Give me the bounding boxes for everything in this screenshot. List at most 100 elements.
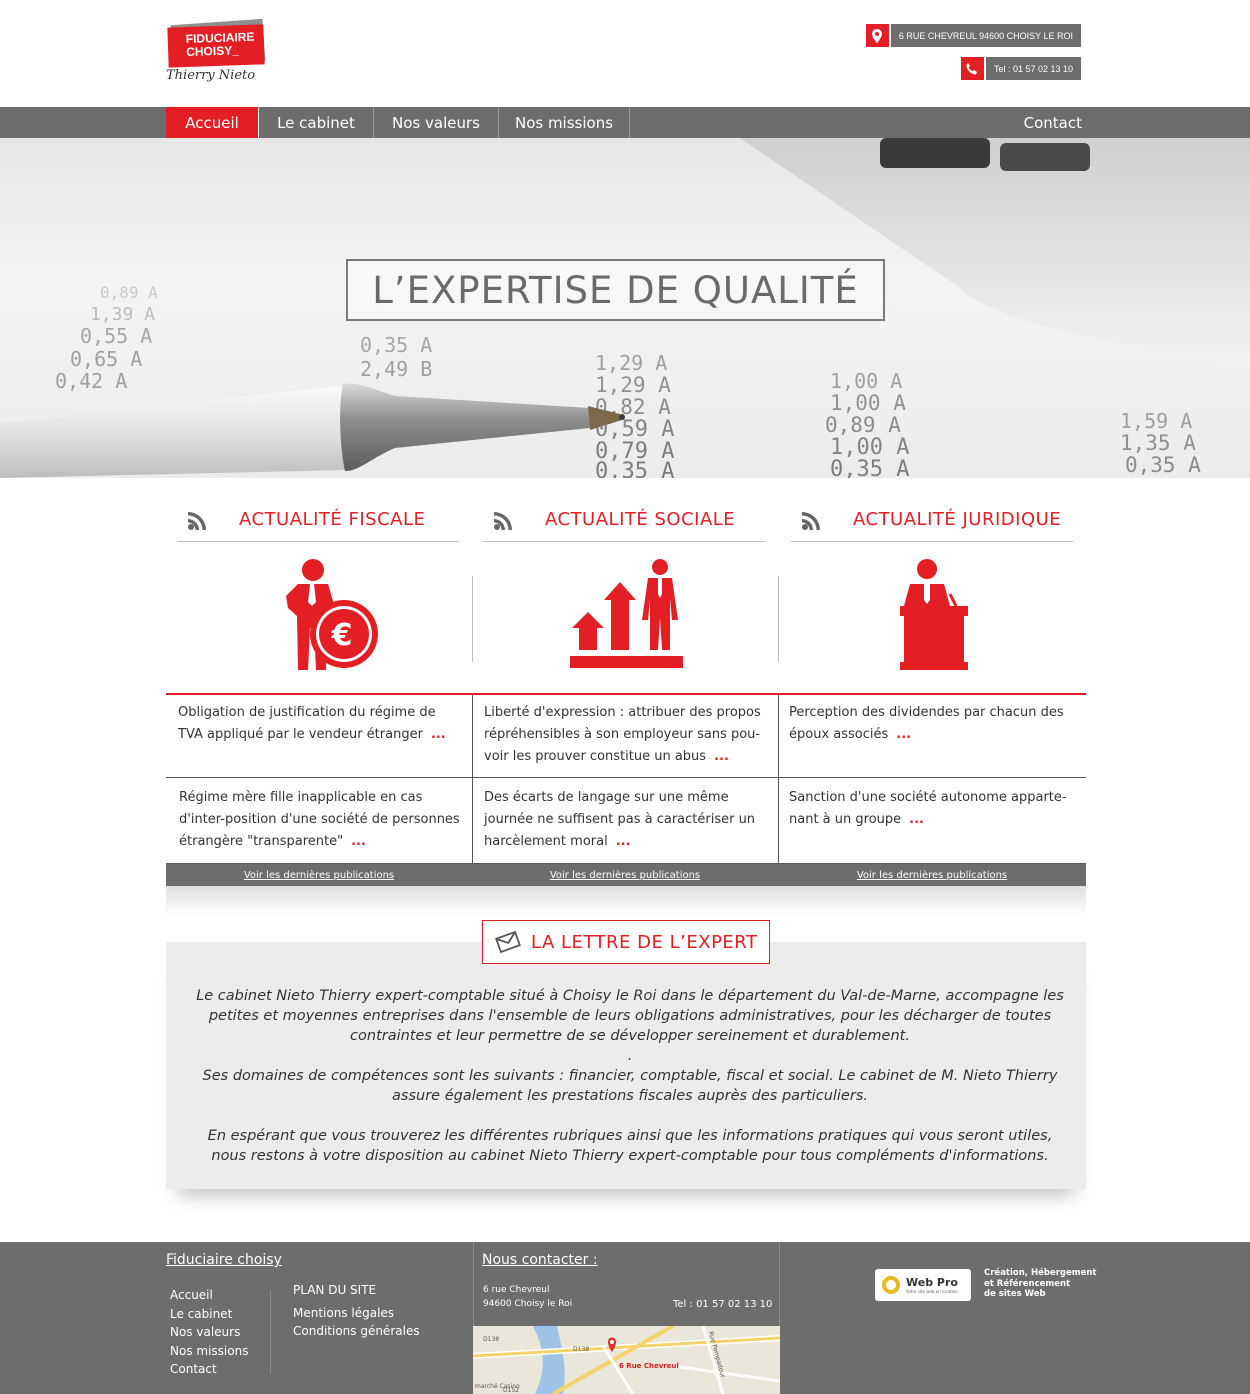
hero-num-f-2: 0,35 A bbox=[1125, 453, 1201, 477]
footer-site-title[interactable]: Fiduciaire choisy bbox=[166, 1252, 282, 1268]
read-more-link[interactable]: ... bbox=[351, 834, 366, 849]
latest-publications-link-fiscale[interactable]: Voir les dernières publications bbox=[166, 864, 472, 886]
footer-link-accueil[interactable]: Accueil bbox=[170, 1286, 248, 1305]
hero-num-r-0: 1,00 A bbox=[830, 369, 902, 393]
news-item-text: Perception des dividendes par chacun des… bbox=[789, 705, 1064, 742]
read-more-link[interactable]: ... bbox=[616, 834, 631, 849]
footer-address-line-2: 94600 Choisy le Roi bbox=[483, 1299, 573, 1309]
site-header: FIDUCIAIRE CHOISY_ Thierry Nieto 6 RUE C… bbox=[0, 0, 1250, 107]
expert-letter-heading: LA LETTRE DE L’EXPERT bbox=[531, 931, 758, 953]
webipro-desc-line: de sites Web bbox=[984, 1289, 1046, 1299]
webipro-description: Création, Hébergement et Référencement d… bbox=[984, 1268, 1097, 1300]
news-item[interactable]: Régime mère fille inapplicable en cas d'… bbox=[179, 787, 464, 853]
latest-publications-link-juridique[interactable]: Voir les dernières publications bbox=[778, 864, 1086, 886]
envelope-icon bbox=[495, 930, 521, 954]
location-map[interactable]: D138 D152 D138 marché Casino Rue Pompado… bbox=[473, 1326, 780, 1394]
logo-badge: FIDUCIAIRE CHOISY_ bbox=[167, 24, 265, 68]
phone-pill[interactable]: Tel : 01 57 02 13 10 bbox=[960, 57, 1081, 80]
footer-address-line-1: 6 rue Chevreul bbox=[483, 1285, 550, 1295]
map-marker-label: 6 Rue Chevreul bbox=[619, 1362, 679, 1370]
webipro-desc-line: Création, Hébergement bbox=[984, 1268, 1097, 1278]
footer-link-sitemap[interactable]: PLAN DU SITE bbox=[293, 1281, 420, 1300]
webipro-badge[interactable]: Web Pro Votre site web en location bbox=[875, 1269, 971, 1301]
hero-num-l-3: 1,39 A bbox=[90, 304, 155, 325]
news-item[interactable]: Perception des dividendes par chacun des… bbox=[789, 702, 1074, 746]
footer-link-nos-valeurs[interactable]: Nos valeurs bbox=[170, 1323, 248, 1342]
letter-paragraph: Ses domaines de compétences sont les sui… bbox=[202, 1068, 1058, 1104]
phone-text: Tel : 01 57 02 13 10 bbox=[985, 57, 1081, 80]
news-item[interactable]: Liberté d'expression : attribuer des pro… bbox=[484, 702, 769, 768]
nav-item-accueil[interactable]: Accueil bbox=[166, 107, 259, 138]
footer-divider bbox=[779, 1242, 780, 1326]
speaker-podium-icon bbox=[900, 559, 968, 670]
nav-item-contact[interactable]: Contact bbox=[1024, 107, 1082, 138]
phone-icon bbox=[960, 57, 984, 80]
footer-contact-title: Nous contacter : bbox=[482, 1252, 598, 1268]
news-title-sociale: ACTUALITÉ SOCIALE bbox=[545, 509, 736, 530]
businessman-euro-icon: € bbox=[286, 559, 378, 670]
address-pill: 6 RUE CHEVREUL 94600 CHOISY LE ROI bbox=[865, 24, 1081, 47]
footer-link-mentions[interactable]: Mentions légales bbox=[293, 1304, 420, 1323]
footer-link-contact[interactable]: Contact bbox=[170, 1360, 248, 1379]
hero-num-r-4: 0,35 A bbox=[830, 457, 909, 478]
news-header-sociale[interactable]: ACTUALITÉ SOCIALE bbox=[483, 498, 765, 542]
news-item-text: Sanction d'une société autonome apparte-… bbox=[789, 790, 1067, 827]
hero-num-m-0: 2,49 B bbox=[360, 357, 432, 381]
footer-link-conditions[interactable]: Conditions générales bbox=[293, 1322, 420, 1341]
read-more-link[interactable]: ... bbox=[714, 749, 729, 764]
latest-publications-link-sociale[interactable]: Voir les dernières publications bbox=[472, 864, 778, 886]
rss-icon bbox=[188, 511, 206, 530]
footer-link-nos-missions[interactable]: Nos missions bbox=[170, 1342, 248, 1361]
webipro-tagline: Votre site web en location bbox=[906, 1289, 958, 1294]
nav-item-le-cabinet[interactable]: Le cabinet bbox=[259, 107, 374, 138]
nav-item-nos-missions[interactable]: Nos missions bbox=[499, 107, 630, 138]
news-title-juridique: ACTUALITÉ JURIDIQUE bbox=[853, 509, 1062, 530]
site-logo[interactable]: FIDUCIAIRE CHOISY_ Thierry Nieto bbox=[166, 18, 276, 90]
map-road-label: D138 bbox=[483, 1336, 499, 1343]
read-more-link[interactable]: ... bbox=[909, 812, 924, 827]
rss-icon bbox=[802, 511, 820, 530]
news-item[interactable]: Des écarts de langage sur une même journ… bbox=[484, 787, 769, 853]
section-shadow bbox=[166, 886, 1086, 916]
expert-letter-title: LA LETTRE DE L’EXPERT bbox=[482, 920, 770, 964]
address-text: 6 RUE CHEVREUL 94600 CHOISY LE ROI bbox=[890, 24, 1081, 47]
hero-num-m-1: 0,35 A bbox=[360, 333, 432, 357]
news-header-juridique[interactable]: ACTUALITÉ JURIDIQUE bbox=[791, 498, 1073, 542]
rss-icon bbox=[494, 511, 512, 530]
map-shop-label: marché Casino bbox=[475, 1383, 520, 1390]
column-separator bbox=[472, 576, 473, 662]
hero-num-m-2: 1,29 A bbox=[595, 351, 667, 375]
publications-bar: Voir les dernières publications Voir les… bbox=[166, 864, 1086, 886]
hero-num-m-7: 0,35 A bbox=[595, 459, 674, 478]
nav-inner: Accueil Le cabinet Nos valeurs Nos missi… bbox=[166, 107, 1082, 138]
news-header-fiscale[interactable]: ACTUALITÉ FISCALE bbox=[177, 498, 459, 542]
hero-num-r-2: 0,89 A bbox=[825, 413, 901, 437]
nav-item-nos-valeurs[interactable]: Nos valeurs bbox=[374, 107, 499, 138]
footer-link-le-cabinet[interactable]: Le cabinet bbox=[170, 1305, 248, 1324]
footer-address: 6 rue Chevreul 94600 Choisy le Roi bbox=[483, 1283, 572, 1311]
footer-phone[interactable]: Tel : 01 57 02 13 10 bbox=[673, 1298, 772, 1312]
map-road-label: D138 bbox=[573, 1346, 589, 1353]
hero-num-f-0: 1,59 A bbox=[1120, 409, 1192, 433]
column-separator bbox=[778, 576, 779, 662]
svg-text:€: € bbox=[331, 618, 353, 653]
news-item-text: Obligation de justification du régime de… bbox=[178, 705, 436, 742]
main-nav: Accueil Le cabinet Nos valeurs Nos missi… bbox=[0, 107, 1250, 138]
map-graphic: D138 D152 D138 marché Casino Rue Pompado… bbox=[473, 1326, 780, 1394]
read-more-link[interactable]: ... bbox=[431, 727, 446, 742]
location-pin-icon bbox=[865, 24, 889, 47]
hero-num-m-3: 1,29 A bbox=[595, 373, 671, 397]
read-more-link[interactable]: ... bbox=[896, 727, 911, 742]
hero-num-l-2: 0,42 A bbox=[55, 369, 127, 393]
footer-divider bbox=[270, 1290, 271, 1374]
webipro-label: Web Pro bbox=[906, 1276, 958, 1289]
webipro-logo-icon bbox=[882, 1276, 900, 1294]
table-column-divider bbox=[778, 695, 779, 864]
hero-title: L’EXPERTISE DE QUALITÉ bbox=[346, 259, 885, 321]
letter-paragraph: Le cabinet Nieto Thierry expert-comptabl… bbox=[196, 988, 1064, 1044]
footer-nav-links: Accueil Le cabinet Nos valeurs Nos missi… bbox=[170, 1286, 248, 1379]
growth-chart-icon bbox=[570, 559, 683, 668]
news-item[interactable]: Obligation de justification du régime de… bbox=[178, 702, 463, 746]
news-item[interactable]: Sanction d'une société autonome apparte-… bbox=[789, 787, 1074, 831]
table-column-divider bbox=[472, 695, 473, 864]
